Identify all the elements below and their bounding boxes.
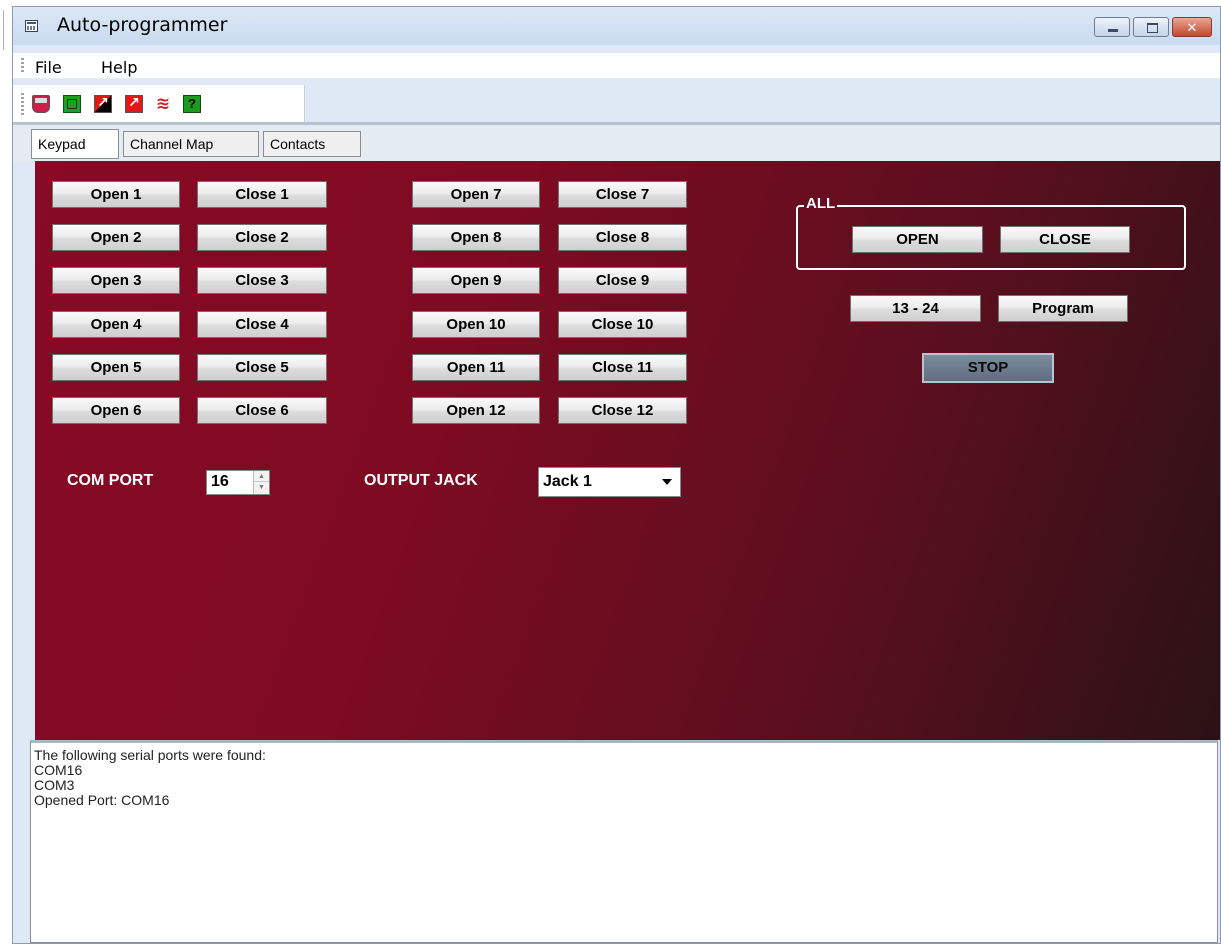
open-11-button[interactable]: Open 11 — [412, 354, 540, 381]
tab-contacts[interactable]: Contacts — [263, 131, 361, 157]
close-3-button[interactable]: Close 3 — [197, 267, 327, 294]
close-1-button[interactable]: Close 1 — [197, 181, 327, 208]
red-black-arrow-icon[interactable] — [94, 94, 112, 113]
open-8-button[interactable]: Open 8 — [412, 224, 540, 251]
close-8-button[interactable]: Close 8 — [558, 224, 687, 251]
com-port-value: 16 — [211, 473, 229, 490]
output-jack-select[interactable]: Jack 1 — [538, 467, 681, 497]
close-6-button[interactable]: Close 6 — [197, 397, 327, 424]
close-7-button[interactable]: Close 7 — [558, 181, 687, 208]
tab-strip: Keypad Channel Map Contacts — [13, 122, 1220, 162]
spin-down-icon[interactable]: ▼ — [254, 482, 269, 493]
toolbar: ≋ ? — [13, 85, 305, 123]
log-line: The following serial ports were found: — [34, 747, 266, 763]
open-3-button[interactable]: Open 3 — [52, 267, 180, 294]
menu-file[interactable]: File — [35, 58, 62, 77]
log-line: COM3 — [34, 777, 75, 793]
close-10-button[interactable]: Close 10 — [558, 311, 687, 338]
menu-bar: File Help — [13, 53, 1220, 79]
open-12-button[interactable]: Open 12 — [412, 397, 540, 424]
program-button[interactable]: Program — [998, 295, 1128, 322]
log-line: COM16 — [34, 762, 83, 778]
open-4-button[interactable]: Open 4 — [52, 311, 180, 338]
log-line: Opened Port: COM16 — [34, 792, 170, 808]
open-6-button[interactable]: Open 6 — [52, 397, 180, 424]
window-controls — [1094, 17, 1212, 37]
red-arrow-icon[interactable] — [125, 94, 143, 113]
toolbar-grip-icon — [21, 93, 24, 115]
open-5-button[interactable]: Open 5 — [52, 354, 180, 381]
background-edge — [0, 0, 12, 944]
title-bar[interactable]: Auto-programmer — [13, 7, 1220, 45]
spin-up-icon[interactable]: ▲ — [254, 471, 269, 482]
all-group: ALL OPEN CLOSE — [796, 195, 1186, 270]
open-9-button[interactable]: Open 9 — [412, 267, 540, 294]
close-5-button[interactable]: Close 5 — [197, 354, 327, 381]
output-jack-label: OUTPUT JACK — [364, 472, 478, 489]
edge-mark — [3, 10, 7, 50]
all-group-label: ALL — [804, 195, 838, 212]
log-output[interactable]: The following serial ports were found: C… — [30, 740, 1218, 943]
close-2-button[interactable]: Close 2 — [197, 224, 327, 251]
close-11-button[interactable]: Close 11 — [558, 354, 687, 381]
help-icon[interactable]: ? — [183, 95, 201, 113]
app-icon — [25, 20, 38, 32]
close-icon[interactable] — [1172, 17, 1212, 37]
device-icon[interactable] — [32, 95, 50, 113]
window-title: Auto-programmer — [57, 14, 228, 36]
output-jack-value: Jack 1 — [543, 473, 592, 490]
menu-help[interactable]: Help — [101, 58, 137, 77]
chevron-down-icon — [662, 479, 672, 485]
open-7-button[interactable]: Open 7 — [412, 181, 540, 208]
signal-waves-icon[interactable]: ≋ — [154, 95, 172, 113]
close-12-button[interactable]: Close 12 — [558, 397, 687, 424]
com-port-arrows: ▲ ▼ — [253, 471, 269, 494]
tab-channel-map[interactable]: Channel Map — [123, 131, 259, 157]
open-10-button[interactable]: Open 10 — [412, 311, 540, 338]
open-2-button[interactable]: Open 2 — [52, 224, 180, 251]
minimize-icon[interactable] — [1094, 17, 1130, 37]
menu-grip-icon — [21, 58, 24, 74]
com-port-label: COM PORT — [67, 472, 154, 489]
tab-keypad[interactable]: Keypad — [31, 129, 119, 159]
close-9-button[interactable]: Close 9 — [558, 267, 687, 294]
com-port-stepper[interactable]: 16 ▲ ▼ — [206, 470, 270, 495]
keypad-panel: Open 1 Open 2 Open 3 Open 4 Open 5 Open … — [35, 161, 1220, 740]
close-all-button[interactable]: CLOSE — [1000, 226, 1130, 253]
close-4-button[interactable]: Close 4 — [197, 311, 327, 338]
range-13-24-button[interactable]: 13 - 24 — [850, 295, 981, 322]
green-square-icon[interactable] — [63, 95, 81, 113]
open-1-button[interactable]: Open 1 — [52, 181, 180, 208]
maximize-icon[interactable] — [1133, 17, 1169, 37]
open-all-button[interactable]: OPEN — [852, 226, 983, 253]
stop-button[interactable]: STOP — [922, 353, 1054, 383]
app-window: Auto-programmer File Help ≋ ? Keypad Cha… — [12, 6, 1221, 944]
